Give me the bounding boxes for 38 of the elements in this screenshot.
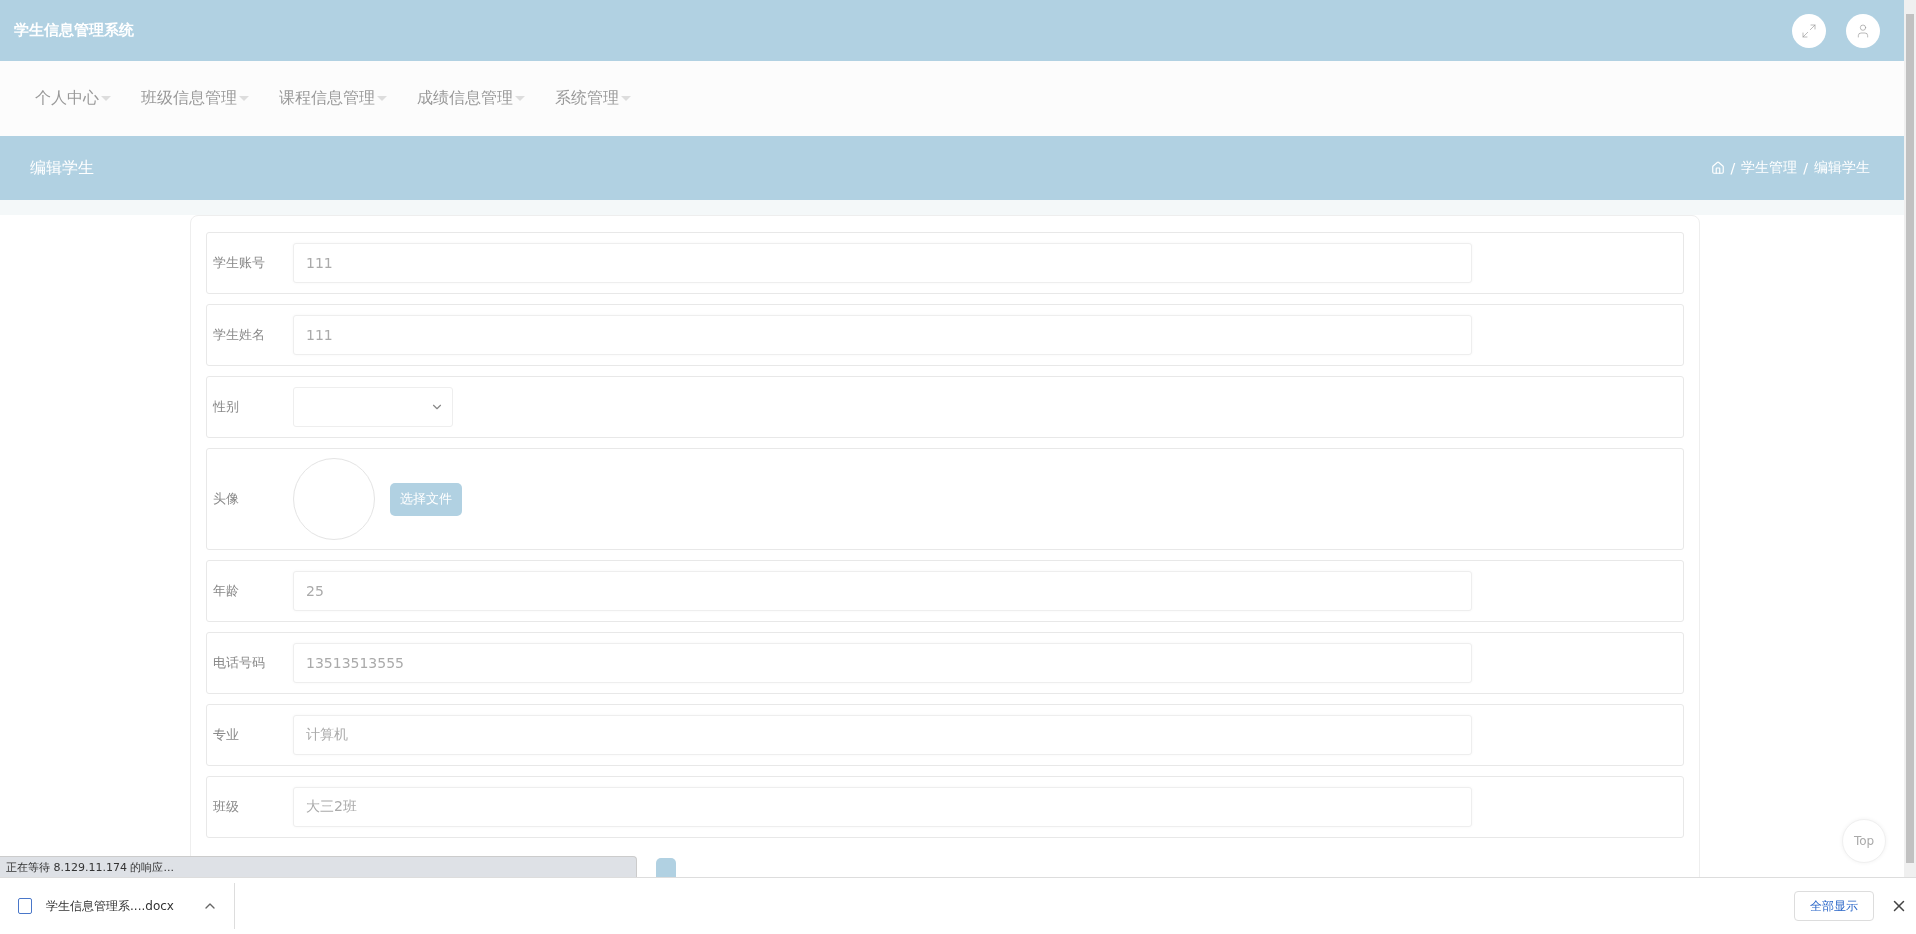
nav-menu[interactable]: 课程信息管理 xyxy=(279,88,387,109)
show-all-button[interactable]: 全部显示 xyxy=(1794,891,1874,921)
field-label: 电话号码 xyxy=(212,654,266,672)
fullscreen-button[interactable] xyxy=(1792,13,1826,48)
user-icon xyxy=(1855,22,1871,39)
input-field[interactable]: 大三2班 xyxy=(293,787,1472,827)
page-title: 编辑学生 xyxy=(30,157,94,179)
status-text: 正在等待 8.129.11.174 的响应... xyxy=(0,856,637,877)
breadcrumb-item: 编辑学生 xyxy=(1814,159,1870,177)
input-field[interactable]: 25 xyxy=(293,571,1472,611)
input-field[interactable]: 13513513555 xyxy=(293,643,1472,683)
nav-menu[interactable]: 成绩信息管理 xyxy=(417,88,525,109)
choose-file-button[interactable]: 选择文件 xyxy=(390,482,462,516)
field-label: 头像 xyxy=(212,490,240,508)
breadcrumb-item[interactable]: 学生管理 xyxy=(1741,159,1798,177)
back-to-top-button[interactable]: Top xyxy=(1842,819,1886,863)
input-field[interactable]: 111 xyxy=(293,315,1472,355)
field-label: 年龄 xyxy=(212,582,240,600)
breadcrumb-separator: / xyxy=(1803,160,1808,176)
field-label: 性别 xyxy=(212,398,240,416)
breadcrumb-separator: / xyxy=(1730,160,1736,176)
download-file-name[interactable]: 学生信息管理系....docx xyxy=(46,897,188,915)
input-field[interactable]: 111 xyxy=(293,243,1472,283)
field-label: 学生账号 xyxy=(212,254,266,272)
nav-menu[interactable]: 个人中心 xyxy=(35,88,111,109)
app-title: 学生信息管理系统 xyxy=(14,21,134,40)
field-label: 学生姓名 xyxy=(212,326,266,344)
select-field[interactable] xyxy=(293,387,453,427)
fullscreen-icon xyxy=(1801,22,1817,39)
nav-menu[interactable]: 班级信息管理 xyxy=(141,88,249,109)
field-label: 班级 xyxy=(212,798,240,816)
home-icon[interactable] xyxy=(1710,161,1725,175)
field-label: 专业 xyxy=(212,726,240,744)
document-icon xyxy=(18,898,32,914)
user-button[interactable] xyxy=(1846,13,1880,48)
input-field[interactable]: 计算机 xyxy=(293,715,1472,755)
scrollbar[interactable] xyxy=(1904,0,1916,877)
nav-menu[interactable]: 系统管理 xyxy=(555,88,631,109)
